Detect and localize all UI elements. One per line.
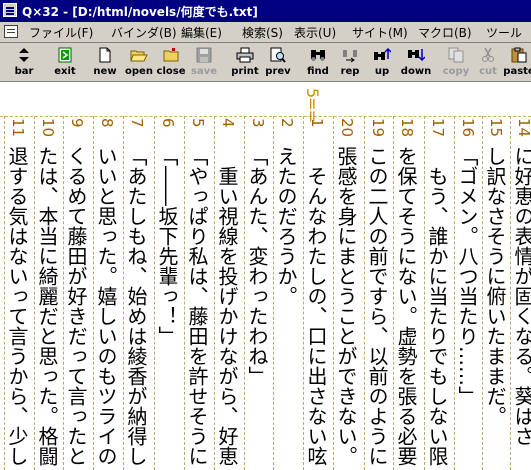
- line-number: 3: [249, 118, 267, 128]
- line-text: 「やっぱり私は、藤田を許せそうに: [185, 146, 209, 466]
- save-button[interactable]: save: [185, 44, 223, 80]
- copy-icon: [448, 47, 464, 63]
- app-icon[interactable]: [3, 3, 17, 17]
- line-text: えたのだろうか。: [274, 146, 298, 306]
- line-text: し訳なさそうに俯いたままだ。: [483, 146, 507, 426]
- line-number: 4: [219, 118, 237, 128]
- toolbar: bar exit new open close save print prev …: [0, 43, 531, 82]
- text-column: 11 退する気はないって言うから、少し: [4, 116, 29, 470]
- find-down-button[interactable]: down: [397, 44, 435, 80]
- line-number: 14: [515, 118, 531, 138]
- replace-icon: [343, 50, 357, 63]
- text-column: 6 「――坂下先輩っ！」: [154, 116, 179, 470]
- line-text: 張感を身にまとうことができない。: [334, 146, 358, 466]
- vertical-text-editor[interactable]: 14 に好恵の表情が固くなる。葵はさ 15 し訳なさそうに俯いたままだ。 16 「ゴメ…: [0, 116, 531, 470]
- text-column: 8 いいと思った。嬉しいのもツライの: [93, 116, 118, 470]
- text-column: 10 たは、本当に綺麗だと思った。格闘: [34, 116, 59, 470]
- find-down-icon: [408, 49, 425, 62]
- text-column: 14 に好恵の表情が固くなる。葵はさ: [510, 116, 531, 470]
- text-column: 3 「あんた、変わったわね」: [244, 116, 269, 470]
- document-menu-icon[interactable]: [4, 25, 18, 38]
- line-text: を保てそうにない。虚勢を張る必要: [394, 146, 418, 466]
- preview-icon: [270, 47, 286, 63]
- open-folder-icon: [130, 50, 148, 62]
- text-column: 1 そんなわたしの、口に出さない呟: [303, 116, 328, 470]
- find-up-icon: [374, 47, 391, 60]
- new-button[interactable]: new: [86, 44, 124, 80]
- line-text: 「あたしもね、始めは綾香が納得し: [124, 146, 148, 466]
- line-number: 2: [278, 118, 296, 128]
- line-text: に好恵の表情が固くなる。葵はさ: [511, 146, 531, 446]
- text-column: 5 「やっぱり私は、藤田を許せそうに: [184, 116, 209, 470]
- cut-icon: [482, 47, 494, 62]
- text-column: 2 えたのだろうか。: [273, 116, 298, 470]
- line-number: 19: [369, 118, 387, 138]
- text-column: 20 張感を身にまとうことができない。: [333, 116, 358, 470]
- text-column: 17 もう、誰かに当たりでもしない限: [424, 116, 449, 470]
- column-ruler: 5==: [0, 82, 531, 122]
- line-number: 11: [9, 118, 27, 138]
- window-title: Q×32 - [D:/html/novels/何度でも.txt]: [22, 5, 258, 19]
- line-text: この二人の前ですら、以前のように: [365, 146, 389, 466]
- save-icon: [196, 47, 212, 63]
- text-column: 15 し訳なさそうに俯いたままだ。: [482, 116, 507, 470]
- line-number: 9: [68, 118, 86, 128]
- line-number: 6: [159, 118, 177, 128]
- line-number: 18: [398, 118, 416, 138]
- menu-bar: ファイル(F) バインダ(B) 編集(E) 検索(S) 表示(U) サイト(M)…: [0, 22, 531, 43]
- line-text: 「ゴメン。八つ当たり……」: [455, 146, 479, 406]
- menu-macro[interactable]: マクロ(B): [418, 24, 472, 41]
- line-number: 10: [39, 118, 57, 138]
- bar-icon: [19, 48, 29, 62]
- line-number: 15: [487, 118, 505, 138]
- line-number: 1: [308, 118, 326, 128]
- text-column: 9 くるめて藤田が好きだって言ったと: [63, 116, 88, 470]
- paste-icon: [511, 47, 527, 63]
- line-text: 退する気はないって言うから、少し: [5, 146, 29, 466]
- line-number: 5: [189, 118, 207, 128]
- print-icon: [236, 47, 254, 63]
- find-up-button[interactable]: up: [363, 44, 401, 80]
- line-number: 16: [459, 118, 477, 138]
- close-folder-icon: [163, 48, 179, 62]
- menu-binder[interactable]: バインダ(B): [111, 24, 177, 41]
- line-number: 20: [338, 118, 356, 138]
- line-text: いいと思った。嬉しいのもツライの: [94, 146, 118, 466]
- text-column: 16 「ゴメン。八つ当たり……」: [454, 116, 479, 470]
- line-number: 7: [128, 118, 146, 128]
- preview-button[interactable]: prev: [259, 44, 297, 80]
- line-number: 8: [98, 118, 116, 128]
- bar-button[interactable]: bar: [5, 44, 43, 80]
- menu-tools[interactable]: ツール: [486, 24, 522, 41]
- line-text: 「あんた、変わったわね」: [245, 146, 269, 386]
- menu-site[interactable]: サイト(M): [352, 24, 408, 41]
- line-text: 重い視線を投げかけながら、好恵: [215, 146, 239, 466]
- menu-file[interactable]: ファイル(F): [29, 24, 93, 41]
- line-text: そんなわたしの、口に出さない呟: [304, 146, 328, 466]
- exit-icon: [58, 47, 72, 63]
- menu-edit[interactable]: 編集(E): [181, 24, 222, 41]
- text-column: 19 この二人の前ですら、以前のように: [364, 116, 389, 470]
- line-text: くるめて藤田が好きだって言ったと: [64, 146, 88, 466]
- find-icon: [311, 50, 325, 61]
- new-file-icon: [99, 47, 111, 63]
- title-bar: Q×32 - [D:/html/novels/何度でも.txt]: [0, 0, 531, 22]
- menu-view[interactable]: 表示(U): [294, 24, 336, 41]
- line-text: もう、誰かに当たりでもしない限: [425, 146, 449, 466]
- line-text: 「――坂下先輩っ！」: [155, 146, 179, 346]
- text-column: 4 重い視線を投げかけながら、好恵: [214, 116, 239, 470]
- line-text: たは、本当に綺麗だと思った。格闘: [35, 146, 59, 466]
- line-number: 17: [429, 118, 447, 138]
- paste-button[interactable]: paste: [500, 44, 531, 80]
- text-column: 7 「あたしもね、始めは綾香が納得し: [123, 116, 148, 470]
- text-column: 18 を保てそうにない。虚勢を張る必要: [393, 116, 418, 470]
- menu-search[interactable]: 検索(S): [242, 24, 283, 41]
- exit-button[interactable]: exit: [46, 44, 84, 80]
